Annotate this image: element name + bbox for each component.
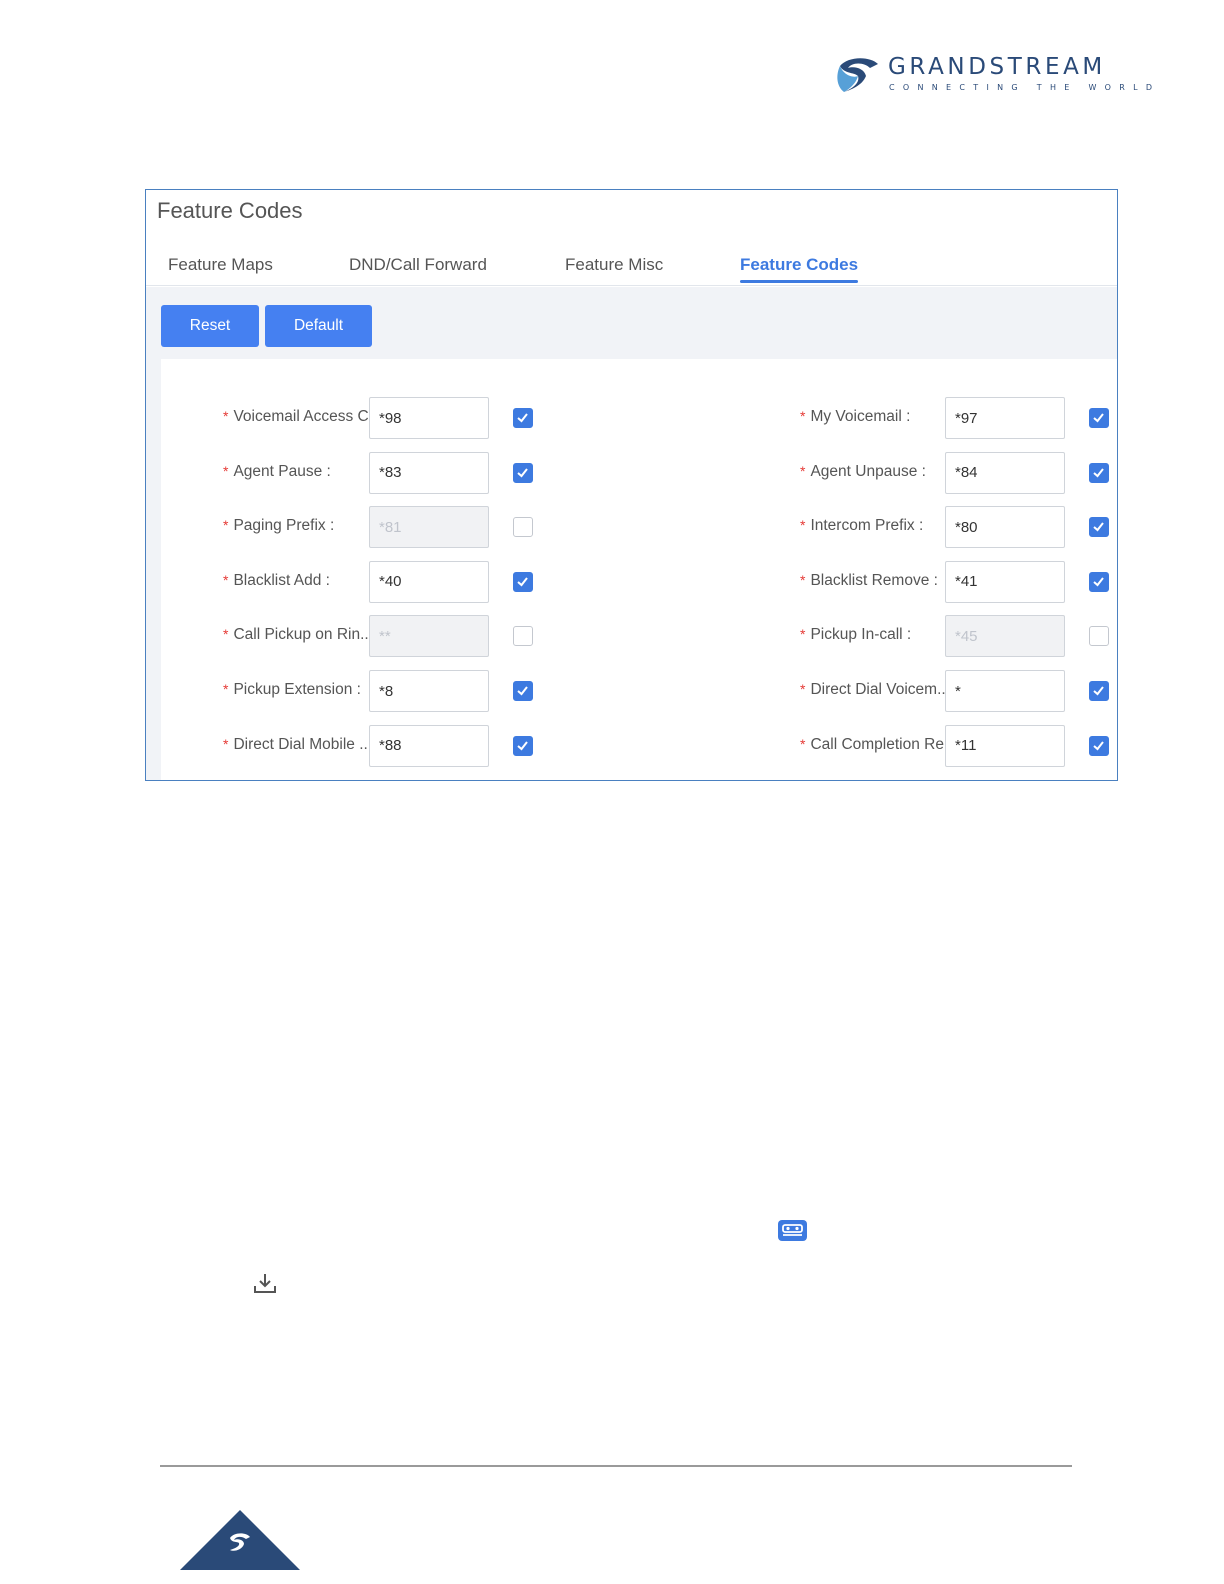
- enable-checkbox[interactable]: [1089, 408, 1109, 428]
- feature-code-input[interactable]: [945, 397, 1065, 439]
- grandstream-logo-icon: [837, 58, 878, 92]
- enable-checkbox[interactable]: [1089, 735, 1109, 756]
- brand-tagline: CONNECTING THE WORLD: [889, 83, 1161, 92]
- feature-code-input[interactable]: [945, 615, 1065, 658]
- form-field-row: * Call Completion Re...: [161, 724, 1117, 767]
- feature-code-input[interactable]: [945, 560, 1065, 603]
- field-label-text: Blacklist Remove :: [810, 571, 938, 589]
- voicemail-icon: [778, 1220, 807, 1241]
- checkmark-icon: [1093, 467, 1104, 478]
- field-label: * Call Completion Re...: [800, 736, 957, 754]
- field-label: * My Voicemail :: [800, 408, 910, 426]
- feature-code-input[interactable]: [945, 724, 1065, 767]
- reset-all-button[interactable]: Reset All: [161, 305, 259, 376]
- field-label-text: Agent Unpause :: [810, 462, 926, 480]
- enable-checkbox[interactable]: [1089, 462, 1109, 483]
- form-field-row: * My Voicemail :: [161, 397, 1117, 439]
- checkmark-icon: [1093, 413, 1104, 423]
- feature-codes-screenshot: Feature Codes Feature Maps DND/Call Forw…: [145, 189, 1118, 781]
- feature-codes-form: *Voicemail Access C...*Agent Pause :*Pag…: [161, 359, 1117, 780]
- required-mark: *: [800, 626, 806, 643]
- field-label: * Agent Unpause :: [800, 463, 926, 481]
- enable-checkbox[interactable]: [1089, 681, 1109, 701]
- checkmark-icon: [1093, 740, 1104, 751]
- field-label-text: My Voicemail :: [810, 408, 911, 425]
- default-all-button[interactable]: Default All: [265, 305, 372, 376]
- enable-checkbox[interactable]: [1089, 571, 1109, 592]
- feature-code-input[interactable]: [945, 670, 1065, 712]
- enable-checkbox[interactable]: [1089, 517, 1109, 538]
- field-label: * Pickup In-call :: [800, 626, 911, 644]
- required-mark: *: [800, 462, 806, 479]
- feature-code-input[interactable]: [945, 506, 1065, 549]
- form-field-row: * Agent Unpause :: [161, 451, 1117, 494]
- checkmark-icon: [1093, 577, 1104, 587]
- form-field-row: * Pickup In-call :: [161, 615, 1117, 658]
- footer-logo-icon: [180, 1510, 300, 1570]
- field-label-text: Direct Dial Voicem...: [810, 681, 950, 698]
- tab-feature-maps[interactable]: Feature Maps: [168, 255, 273, 275]
- field-label: * Blacklist Remove :: [800, 572, 938, 590]
- form-field-row: * Blacklist Remove :: [161, 560, 1117, 603]
- tab-feature-misc[interactable]: Feature Misc: [565, 255, 663, 275]
- field-label-text: Intercom Prefix :: [810, 517, 924, 535]
- content-area: Reset All Default All *Voicemail Access …: [146, 287, 1117, 780]
- required-mark: *: [800, 408, 806, 424]
- brand-name: GRANDSTREAM: [888, 54, 1106, 80]
- checkmark-icon: [1093, 686, 1104, 696]
- tab-feature-codes[interactable]: Feature Codes: [740, 255, 859, 283]
- checkmark-icon: [1093, 522, 1104, 532]
- brand-logo: GRANDSTREAM CONNECTING THE WORLD: [836, 52, 1166, 102]
- footer-divider: [160, 1465, 1072, 1467]
- required-mark: *: [800, 517, 806, 534]
- enable-checkbox[interactable]: [1089, 626, 1109, 647]
- download-icon[interactable]: [253, 1272, 277, 1294]
- tab-bar: Feature Maps DND/Call Forward Feature Mi…: [146, 248, 1117, 286]
- field-label: * Direct Dial Voicem...: [800, 681, 950, 699]
- form-field-row: * Direct Dial Voicem...: [161, 670, 1117, 712]
- field-label-text: Call Completion Re...: [810, 735, 957, 753]
- field-label: * Intercom Prefix :: [800, 517, 923, 535]
- feature-code-input[interactable]: [945, 451, 1065, 494]
- field-label-text: Pickup In-call :: [810, 626, 912, 644]
- tab-dnd-call-forward[interactable]: DND/Call Forward: [349, 255, 487, 275]
- required-mark: *: [800, 571, 806, 588]
- required-mark: *: [800, 735, 806, 752]
- page-title: Feature Codes: [157, 198, 303, 223]
- form-field-row: * Intercom Prefix :: [161, 506, 1117, 549]
- required-mark: *: [800, 681, 806, 697]
